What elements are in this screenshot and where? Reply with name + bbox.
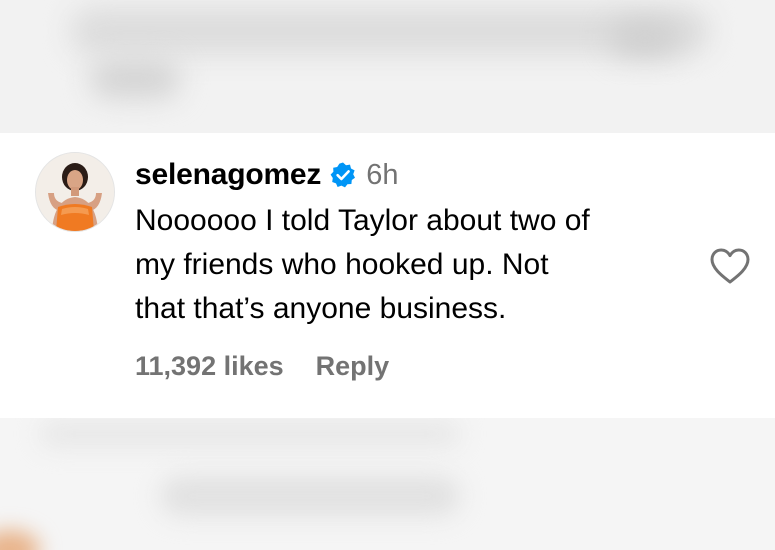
comment-text-line: Noooooo I told Taylor about two of bbox=[135, 204, 590, 237]
comment-text-line: that that’s anyone business. bbox=[135, 292, 507, 325]
comment-header: selenagomez 6h bbox=[135, 155, 398, 195]
verified-badge-icon bbox=[329, 161, 357, 189]
username[interactable]: selenagomez bbox=[135, 158, 321, 192]
comment-text-line: my friends who hooked up. Not bbox=[135, 248, 549, 281]
avatar[interactable] bbox=[35, 152, 115, 232]
heart-outline-icon[interactable] bbox=[709, 247, 751, 285]
blurred-next-content bbox=[0, 418, 775, 550]
comment-meta: 11,392 likes Reply bbox=[135, 351, 389, 382]
likes-count[interactable]: 11,392 likes bbox=[135, 351, 284, 382]
page: selenagomez 6h Noooooo I told Taylor abo… bbox=[0, 0, 775, 550]
avatar-image bbox=[36, 153, 114, 231]
comment-text: Noooooo I told Taylor about two of my fr… bbox=[135, 199, 695, 331]
comment-card: selenagomez 6h Noooooo I told Taylor abo… bbox=[0, 133, 775, 418]
reply-button[interactable]: Reply bbox=[316, 351, 390, 382]
blurred-previous-content bbox=[0, 0, 775, 133]
timestamp: 6h bbox=[366, 158, 399, 191]
